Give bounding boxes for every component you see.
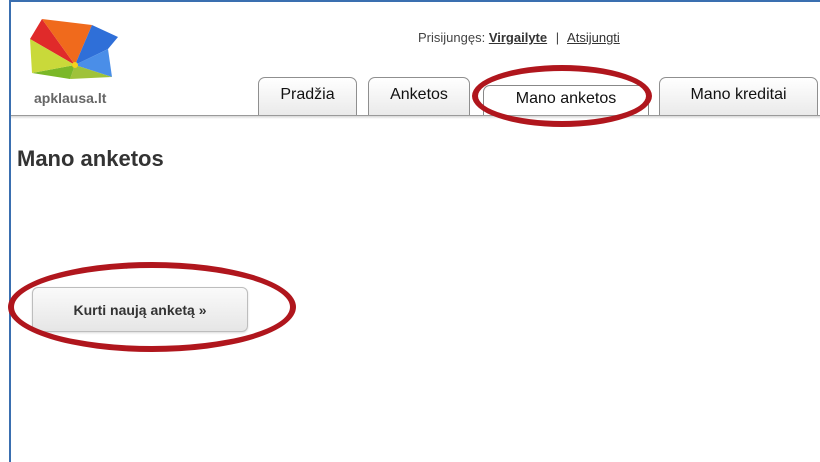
username-link[interactable]: Virgailyte — [489, 30, 547, 45]
logout-link[interactable]: Atsijungti — [567, 30, 620, 45]
tab-anketos[interactable]: Anketos — [368, 77, 470, 115]
page-title: Mano anketos — [17, 146, 164, 171]
tab-label: Pradžia — [280, 86, 335, 103]
pinwheel-logo-icon[interactable] — [30, 19, 120, 81]
login-status-label: Prisijungęs: — [418, 30, 486, 45]
tab-pradzia[interactable]: Pradžia — [258, 77, 357, 115]
separator: | — [555, 30, 560, 45]
logo-text: apklausa.lt — [34, 90, 107, 106]
user-bar: Prisijungęs: Virgailyte | Atsijungti — [418, 30, 620, 45]
create-survey-button-label: Kurti naują anketą » — [73, 301, 207, 318]
header-shadow — [11, 116, 820, 119]
create-survey-button[interactable]: Kurti naują anketą » — [32, 287, 248, 332]
tab-label: Anketos — [390, 86, 448, 103]
tab-mano-kreditai[interactable]: Mano kreditai — [659, 77, 818, 115]
tab-label: Mano anketos — [515, 90, 617, 107]
tab-mano-anketos[interactable]: Mano anketos — [483, 85, 649, 115]
tab-label: Mano kreditai — [690, 86, 787, 103]
